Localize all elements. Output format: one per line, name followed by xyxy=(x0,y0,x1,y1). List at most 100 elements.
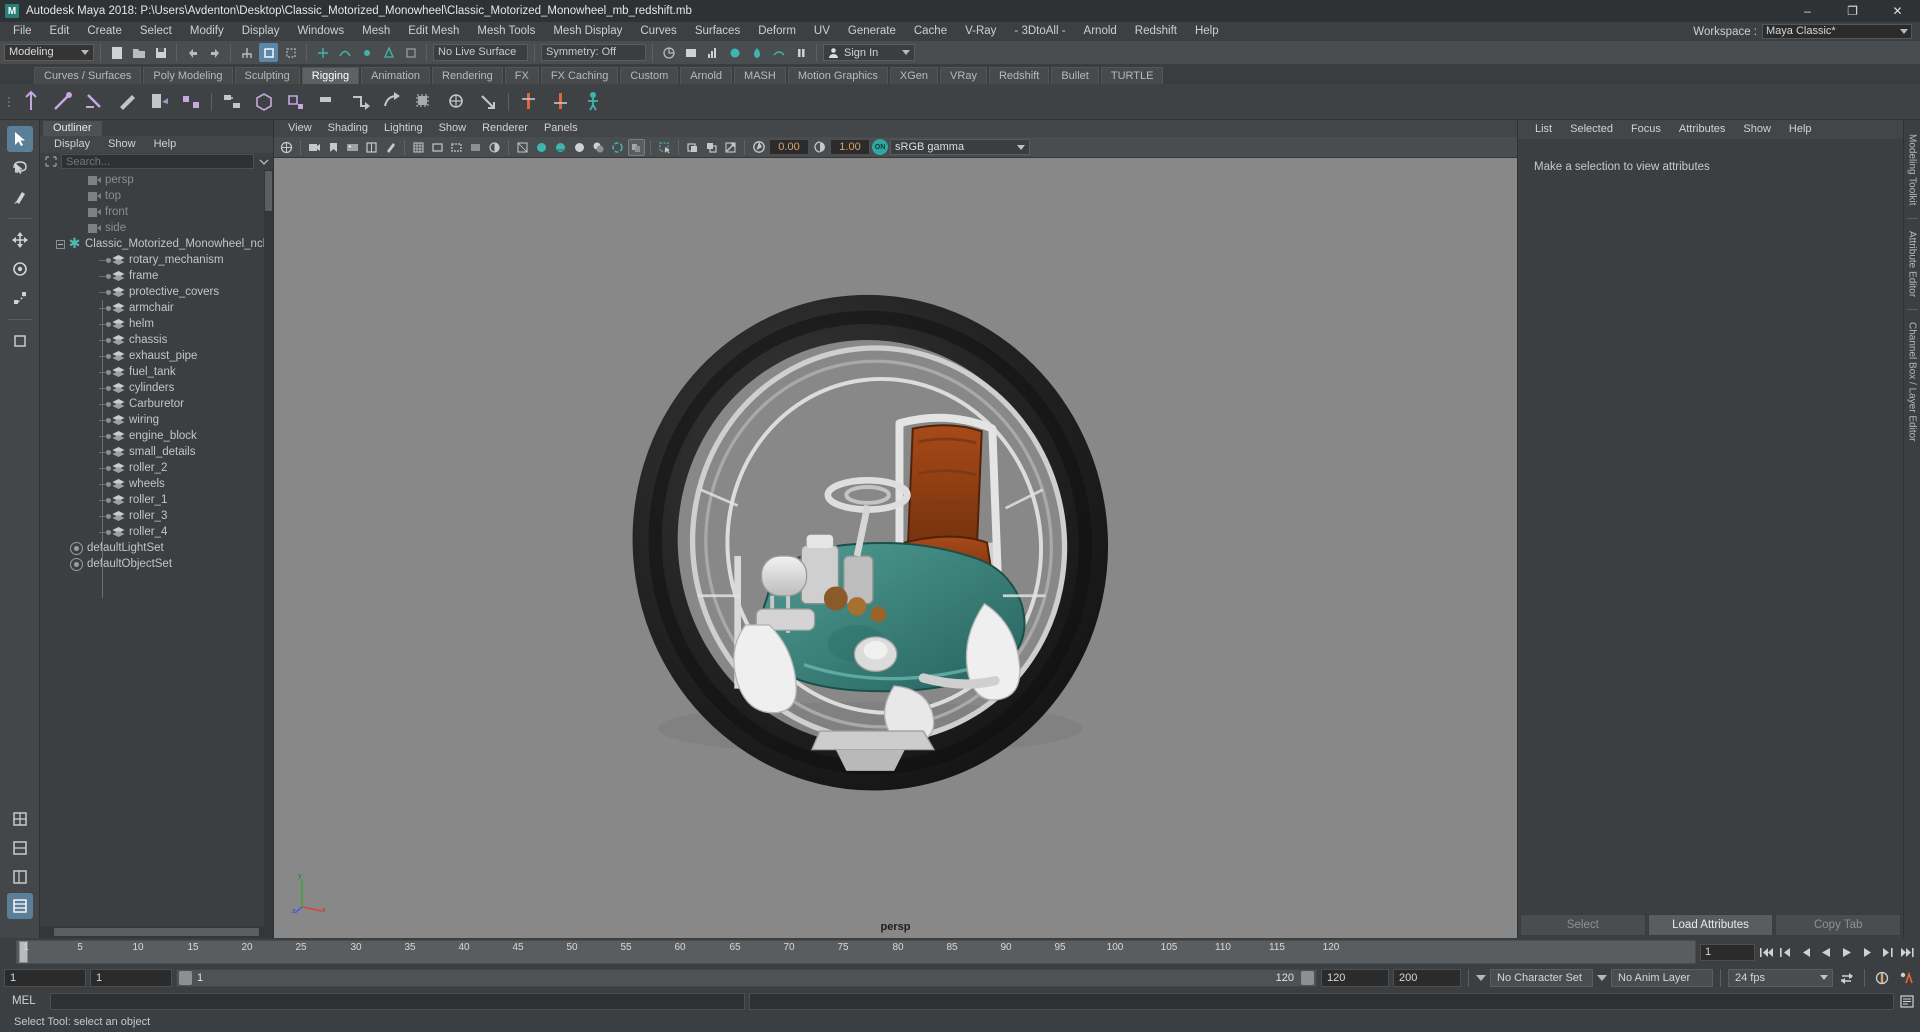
ae-menu-list[interactable]: List xyxy=(1526,120,1561,139)
use-all-lights-icon[interactable] xyxy=(571,139,588,156)
menu-help[interactable]: Help xyxy=(1186,22,1228,41)
shelf-tab-vray[interactable]: VRay xyxy=(940,67,987,84)
current-frame-field[interactable]: 1 xyxy=(1700,943,1755,961)
smooth-shade-all-icon[interactable] xyxy=(533,139,550,156)
set-driven-key-icon[interactable] xyxy=(514,87,544,117)
move-tool-icon[interactable] xyxy=(7,227,33,253)
menu-generate[interactable]: Generate xyxy=(839,22,905,41)
outliner-row-mesh[interactable]: protective_covers xyxy=(40,284,273,300)
color-management-toggle[interactable]: ON xyxy=(872,139,888,155)
quick-layout-hypershade-icon[interactable] xyxy=(6,893,33,919)
sign-in-button[interactable]: Sign In xyxy=(823,44,915,61)
outliner-row-side[interactable]: side xyxy=(40,220,273,236)
ae-menu-help[interactable]: Help xyxy=(1780,120,1821,139)
menu-arnold[interactable]: Arnold xyxy=(1075,22,1126,41)
exposure-field[interactable]: 0.00 xyxy=(769,139,809,155)
shelf-tab-bullet[interactable]: Bullet xyxy=(1051,67,1099,84)
save-scene-icon[interactable] xyxy=(151,43,170,62)
viewport-menu-panels[interactable]: Panels xyxy=(536,120,586,137)
command-input-field[interactable] xyxy=(50,992,745,1010)
range-end-field[interactable]: 200 xyxy=(1393,969,1461,987)
menu-mesh-display[interactable]: Mesh Display xyxy=(544,22,631,41)
snap-view-plane-icon[interactable] xyxy=(401,43,420,62)
outliner-row-mesh[interactable]: roller_3 xyxy=(40,508,273,524)
redo-icon[interactable] xyxy=(205,43,224,62)
viewport-menu-lighting[interactable]: Lighting xyxy=(376,120,431,137)
shelf-tab-fx[interactable]: FX xyxy=(504,67,539,84)
shadows-icon[interactable] xyxy=(590,139,607,156)
shelf-tab-poly-modeling[interactable]: Poly Modeling xyxy=(143,67,233,84)
outliner-row-top[interactable]: top xyxy=(40,188,273,204)
screen-space-ao-icon[interactable] xyxy=(609,139,626,156)
outliner-row-mesh[interactable]: wheels xyxy=(40,476,273,492)
viewport-menu-view[interactable]: View xyxy=(280,120,320,137)
rotate-tool-icon[interactable] xyxy=(7,256,33,282)
animation-preferences-icon[interactable] xyxy=(1896,969,1916,987)
outliner-row-default-light-set[interactable]: defaultLightSet xyxy=(40,540,273,556)
menu-deform[interactable]: Deform xyxy=(749,22,805,41)
menu-redshift[interactable]: Redshift xyxy=(1126,22,1186,41)
undo-icon[interactable] xyxy=(183,43,202,62)
gamma-field[interactable]: 1.00 xyxy=(830,139,870,155)
shelf-tab-fx-caching[interactable]: FX Caching xyxy=(540,67,619,84)
exposure-reset-icon[interactable] xyxy=(722,139,739,156)
maximize-button[interactable]: ❐ xyxy=(1830,0,1875,22)
lasso-tool-icon[interactable] xyxy=(7,155,33,181)
menu-vray[interactable]: V-Ray xyxy=(956,22,1005,41)
outliner-row-default-object-set[interactable]: defaultObjectSet xyxy=(40,556,273,572)
ipr-render-icon[interactable] xyxy=(681,43,700,62)
outliner-menu-show[interactable]: Show xyxy=(100,136,144,153)
create-joint-icon[interactable] xyxy=(16,87,46,117)
toggle-gate-mask-icon[interactable] xyxy=(467,139,484,156)
ae-menu-selected[interactable]: Selected xyxy=(1561,120,1622,139)
auto-keyframe-icon[interactable] xyxy=(1872,969,1892,987)
shelf-tab-xgen[interactable]: XGen xyxy=(889,67,939,84)
go-to-start-icon[interactable] xyxy=(1758,943,1775,961)
collapse-expander-icon[interactable] xyxy=(56,239,65,249)
range-slider-right-handle[interactable] xyxy=(1301,971,1314,985)
vtab-modeling-toolkit[interactable]: Modeling Toolkit xyxy=(1907,128,1918,212)
wrap-deformer-icon[interactable] xyxy=(281,87,311,117)
ae-menu-attributes[interactable]: Attributes xyxy=(1670,120,1734,139)
outliner-row-mesh[interactable]: frame xyxy=(40,268,273,284)
shelf-tab-sculpting[interactable]: Sculpting xyxy=(234,67,300,84)
step-back-icon[interactable] xyxy=(1798,943,1815,961)
go-to-end-icon[interactable] xyxy=(1899,943,1916,961)
fps-dropdown[interactable]: 24 fps xyxy=(1728,969,1833,987)
lattice-deformer-icon[interactable] xyxy=(249,87,279,117)
menu-windows[interactable]: Windows xyxy=(288,22,353,41)
menu-edit-mesh[interactable]: Edit Mesh xyxy=(399,22,468,41)
shelf-tab-curves-surfaces[interactable]: Curves / Surfaces xyxy=(34,67,142,84)
gamma-icon[interactable] xyxy=(811,139,828,156)
isolate-select-icon[interactable] xyxy=(656,139,673,156)
quick-layout-persp-outliner-icon[interactable] xyxy=(7,864,33,890)
snap-projected-icon[interactable] xyxy=(379,43,398,62)
shelf-tab-motion-graphics[interactable]: Motion Graphics xyxy=(787,67,888,84)
shelf-tab-animation[interactable]: Animation xyxy=(361,67,431,84)
motion-blur-icon[interactable] xyxy=(628,138,645,156)
select-camera-icon[interactable] xyxy=(278,139,295,156)
pause-render-icon[interactable] xyxy=(791,43,810,62)
filter-icon[interactable] xyxy=(44,155,58,168)
outliner-row-mesh[interactable]: engine_block xyxy=(40,428,273,444)
outliner-row-mesh[interactable]: chassis xyxy=(40,332,273,348)
menu-curves[interactable]: Curves xyxy=(631,22,685,41)
outliner-row-persp[interactable]: persp xyxy=(40,172,273,188)
outliner-menu-help[interactable]: Help xyxy=(146,136,185,153)
scrollbar-thumb[interactable] xyxy=(265,171,272,211)
menu-create[interactable]: Create xyxy=(78,22,131,41)
outliner-row-front[interactable]: front xyxy=(40,204,273,220)
workspace-dropdown[interactable]: Maya Classic* xyxy=(1762,24,1912,39)
snap-curve-icon[interactable] xyxy=(335,43,354,62)
search-options-chevron-icon[interactable] xyxy=(257,155,271,168)
scale-tool-icon[interactable] xyxy=(7,285,33,311)
minimize-button[interactable]: – xyxy=(1785,0,1830,22)
outliner-row-mesh[interactable]: exhaust_pipe xyxy=(40,348,273,364)
paint-select-tool-icon[interactable] xyxy=(7,184,33,210)
menu-select[interactable]: Select xyxy=(131,22,181,41)
orient-constraint-icon[interactable] xyxy=(377,87,407,117)
outliner-row-mesh[interactable]: wiring xyxy=(40,412,273,428)
outliner-row-mesh[interactable]: helm xyxy=(40,316,273,332)
select-component-icon[interactable] xyxy=(281,43,300,62)
scrollbar-thumb[interactable] xyxy=(54,928,259,936)
